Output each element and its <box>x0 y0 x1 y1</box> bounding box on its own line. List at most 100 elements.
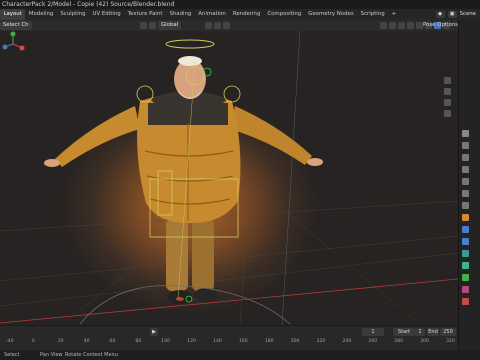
output-icon[interactable] <box>462 154 469 161</box>
halo-control[interactable] <box>165 39 215 49</box>
left-leg <box>166 219 188 291</box>
scene-render <box>0 31 458 325</box>
left-shoe-accent <box>176 297 184 301</box>
character[interactable] <box>44 56 323 304</box>
particles-icon[interactable] <box>462 238 469 245</box>
perspective-toggle-icon[interactable] <box>444 110 451 117</box>
right-arm <box>230 106 312 165</box>
ruler-tick: 260 <box>368 339 378 344</box>
ruler-tick: 60 <box>109 339 116 344</box>
constraints-icon[interactable] <box>462 262 469 269</box>
viewport-3d[interactable] <box>0 31 458 325</box>
tab-uv-editing[interactable]: UV Editing <box>89 9 124 20</box>
ruler-tick: 280 <box>394 339 404 344</box>
overlay-icon[interactable] <box>398 22 405 29</box>
object-icon[interactable] <box>462 214 469 221</box>
left-arm <box>55 106 140 167</box>
view-layer-icon[interactable] <box>462 166 469 173</box>
end-frame-label[interactable]: End <box>427 328 439 336</box>
snap-icon[interactable] <box>214 22 221 29</box>
ruler-tick: 140 <box>213 339 222 344</box>
material-icon[interactable] <box>462 286 469 293</box>
shoulder-control-right[interactable] <box>223 85 241 103</box>
render-icon[interactable] <box>462 142 469 149</box>
ruler-tick: 80 <box>135 339 142 344</box>
ruler-tick: 180 <box>264 339 274 344</box>
right-hand <box>307 158 323 166</box>
texture-icon[interactable] <box>462 298 469 305</box>
current-frame-field[interactable]: 1 <box>362 328 384 336</box>
topbar-right: ◆ ▣ Scene <box>435 9 480 20</box>
ruler-tick: 320 <box>446 339 455 344</box>
workspace-tabs: Layout Modeling Sculpting UV Editing Texture… <box>0 9 480 20</box>
tab-compositing[interactable]: Compositing <box>264 9 305 20</box>
start-frame-label[interactable]: Start <box>393 328 415 336</box>
start-frame-field[interactable]: 1 <box>415 328 425 336</box>
gizmo-toggle-icon[interactable] <box>389 22 396 29</box>
guide-line <box>281 31 301 325</box>
pivot-icon[interactable] <box>205 22 212 29</box>
viewport-nav-buttons <box>441 71 455 161</box>
tab-geometry-nodes[interactable]: Geometry Nodes <box>305 9 357 20</box>
left-hand <box>44 159 60 167</box>
timeline: ▶ 1 Start 1 End 250 -40 0 20 40 60 80 100 120 14… <box>0 325 458 351</box>
tab-shading[interactable]: Shading <box>166 9 195 20</box>
camera-view-icon[interactable] <box>444 99 451 106</box>
tab-sculpting[interactable]: Sculpting <box>57 9 89 20</box>
tab-texture-paint[interactable]: Texture Paint <box>124 9 166 20</box>
scene-label[interactable]: Scene <box>460 9 476 20</box>
cursor-icon[interactable] <box>140 22 147 29</box>
frame-ruler[interactable]: -40 0 20 40 60 80 100 120 140 160 180 200 220 240 260 2… <box>0 338 458 346</box>
zoom-icon[interactable] <box>444 77 451 84</box>
ruler-tick: 240 <box>342 339 352 344</box>
move-icon[interactable] <box>149 22 156 29</box>
select-mode-button[interactable]: Select Ch <box>0 21 32 30</box>
pan-icon[interactable] <box>444 88 451 95</box>
orientation-dropdown[interactable]: Global <box>158 21 182 30</box>
modifier-icon[interactable] <box>462 226 469 233</box>
ruler-tick: 40 <box>83 339 90 344</box>
right-leg <box>192 219 214 291</box>
status-bar: Select Pan View Rotate Context Menu <box>0 350 480 360</box>
navigation-gizmo[interactable] <box>0 31 26 57</box>
viewport-header: Select Ch Global Pose Options <box>0 20 458 31</box>
title-bar: CharacterPack 2/Model - Copie (42) Sourc… <box>0 0 480 9</box>
ruler-tick: 0 <box>31 339 35 344</box>
scene-icon[interactable]: ◆ <box>435 11 445 18</box>
ruler-tick: 120 <box>187 339 196 344</box>
world-icon[interactable] <box>462 190 469 197</box>
tab-rendering[interactable]: Rendering <box>229 9 264 20</box>
ruler-tick: 200 <box>290 339 300 344</box>
status-pan: Pan View <box>40 352 63 358</box>
status-context: Rotate Context Menu <box>65 352 118 358</box>
tab-layout[interactable]: Layout <box>0 9 26 20</box>
physics-icon[interactable] <box>462 250 469 257</box>
ruler-tick: 300 <box>420 339 429 344</box>
xray-icon[interactable] <box>407 22 414 29</box>
proportional-icon[interactable] <box>223 22 230 29</box>
window-title: CharacterPack 2/Model - Copie (42) Sourc… <box>2 1 175 8</box>
snap-icons <box>205 22 230 29</box>
play-button[interactable]: ▶ <box>150 328 158 336</box>
image-icon[interactable]: ▣ <box>447 11 457 18</box>
properties-strip <box>458 20 480 350</box>
pose-options-dropdown[interactable]: Pose Options <box>423 20 458 31</box>
tab--[interactable]: + <box>388 9 400 20</box>
tool-icon[interactable] <box>462 130 469 137</box>
visibility-icon[interactable] <box>380 22 387 29</box>
collection-icon[interactable] <box>462 202 469 209</box>
end-frame-field[interactable]: 250 <box>440 328 456 336</box>
ruler-tick: 20 <box>57 339 64 344</box>
tab-animation[interactable]: Animation <box>195 9 229 20</box>
data-icon[interactable] <box>462 274 469 281</box>
wireframe-shading-icon[interactable] <box>416 22 423 29</box>
hair <box>178 56 202 66</box>
tab-modeling[interactable]: Modeling <box>25 9 57 20</box>
playback-controls: ▶ 1 Start 1 End 250 <box>0 327 458 337</box>
ruler-tick: 160 <box>238 339 248 344</box>
transform-icons <box>140 22 156 29</box>
status-select: Select <box>4 352 20 358</box>
scene-props-icon[interactable] <box>462 178 469 185</box>
tab-scripting[interactable]: Scripting <box>357 9 388 20</box>
ruler-tick: 100 <box>161 339 171 344</box>
